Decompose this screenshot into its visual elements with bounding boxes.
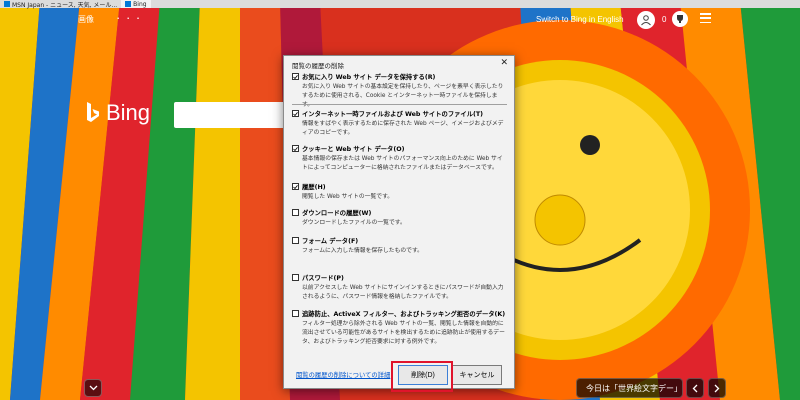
option-description: フィルター処理から除外される Web サイトの一覧、閲覧した情報を自動的に流出さ… (302, 321, 505, 345)
option-description: 閲覧した Web サイトの一覧です。 (302, 194, 394, 200)
switch-language-link[interactable]: Switch to Bing in English (536, 15, 624, 24)
next-image-button[interactable] (708, 378, 726, 398)
checkbox-passwords[interactable] (292, 274, 299, 281)
dialog-close-icon[interactable]: ✕ (500, 58, 508, 68)
checkbox-cookies[interactable] (292, 145, 299, 152)
dialog-divider (292, 104, 507, 105)
option-description: ダウンロードしたファイルの一覧です。 (302, 220, 406, 226)
checkmark-icon (293, 146, 298, 151)
chevron-down-icon (89, 385, 97, 391)
option-label: フォーム データ(F) (302, 238, 359, 245)
search-input[interactable] (174, 102, 294, 128)
checkmark-icon (293, 74, 298, 79)
nav-images-link[interactable]: 画像 (78, 14, 94, 25)
hamburger-menu-icon[interactable] (700, 13, 711, 23)
bing-logo-text: Bing (106, 100, 151, 125)
option-label: 履歴(H) (302, 184, 326, 191)
browser-tab-strip: MSN Japan - ニュース, 天気, メール... Bing (0, 0, 800, 9)
checkbox-tracking-protection[interactable] (292, 310, 299, 317)
chevron-left-icon (692, 384, 698, 392)
option-form-data: フォーム データ(F) フォームに入力した情報を保存したものです。 (292, 236, 508, 256)
option-temp-files: インターネット一時ファイルおよび Web サイトのファイル(T) 情報をすばやく… (292, 109, 508, 138)
msn-favicon-icon (4, 1, 10, 7)
checkbox-temp-files[interactable] (292, 110, 299, 117)
rewards-button[interactable] (672, 11, 688, 27)
option-tracking-protection: 追跡防止、ActiveX フィルター、およびトラッキング拒否のデータ(K) フィ… (292, 309, 508, 347)
option-description: お気に入り Web サイトの基本設定を保持したり、ページを素早く表示したりするた… (302, 84, 504, 108)
tab-bing[interactable]: Bing (121, 0, 151, 8)
option-label: インターネット一時ファイルおよび Web サイトのファイル(T) (302, 111, 484, 118)
checkmark-icon (293, 111, 298, 116)
scroll-down-button[interactable] (84, 379, 102, 397)
previous-image-button[interactable] (686, 378, 704, 398)
checkbox-preserve-favorites[interactable] (292, 73, 299, 80)
user-icon (641, 15, 651, 26)
today-label: 今日は「世界絵文字デー」 (586, 383, 682, 393)
option-passwords: パスワード(P) 以前アクセスした Web サイトにサインインするときにパスワー… (292, 273, 508, 302)
option-label: パスワード(P) (302, 275, 344, 282)
user-avatar-button[interactable] (637, 11, 655, 29)
option-history: 履歴(H) 閲覧した Web サイトの一覧です。 (292, 182, 508, 202)
option-label: ダウンロードの履歴(W) (302, 210, 372, 217)
bing-mark-icon (87, 102, 99, 122)
dialog-title: 閲覧の履歴の削除 (292, 62, 344, 70)
option-description: 以前アクセスした Web サイトにサインインするときにパスワードが自動入力される… (302, 285, 504, 300)
bing-favicon-icon (125, 1, 132, 7)
option-description: 基本情報の保存または Web サイトのパフォーマンス向上のために Web サイト… (302, 156, 503, 171)
cancel-button[interactable]: キャンセル (452, 365, 502, 385)
checkbox-history[interactable] (292, 183, 299, 190)
bing-logo: Bing (86, 100, 150, 126)
checkbox-download-history[interactable] (292, 209, 299, 216)
tab-msn[interactable]: MSN Japan - ニュース, 天気, メール... (0, 0, 121, 9)
delete-browsing-history-dialog: 閲覧の履歴の削除 ✕ お気に入り Web サイト データを保持する(R) お気に… (283, 55, 515, 389)
nav-more-button[interactable]: · · · (116, 10, 141, 25)
today-info-button[interactable]: 今日は「世界絵文字デー」 (576, 378, 683, 398)
option-label: 追跡防止、ActiveX フィルター、およびトラッキング拒否のデータ(K) (302, 311, 506, 318)
option-label: お気に入り Web サイト データを保持する(R) (302, 74, 436, 81)
learn-more-link[interactable]: 閲覧の履歴の削除についての詳細 (296, 370, 390, 379)
trophy-icon (677, 15, 683, 23)
checkbox-form-data[interactable] (292, 237, 299, 244)
option-description: 情報をすばやく表示するために保存された Web ページ、イメージおよびメディアの… (302, 121, 504, 136)
option-cookies: クッキーと Web サイト データ(O) 基本情報の保存または Web サイトの… (292, 144, 508, 173)
rewards-count: 0 (662, 15, 667, 24)
option-download-history: ダウンロードの履歴(W) ダウンロードしたファイルの一覧です。 (292, 208, 508, 228)
option-description: フォームに入力した情報を保存したものです。 (302, 248, 423, 254)
option-label: クッキーと Web サイト データ(O) (302, 146, 405, 153)
tab-bing-label: Bing (133, 0, 147, 8)
delete-button-highlight (391, 361, 453, 392)
chevron-right-icon (714, 384, 720, 392)
checkmark-icon (293, 184, 298, 189)
